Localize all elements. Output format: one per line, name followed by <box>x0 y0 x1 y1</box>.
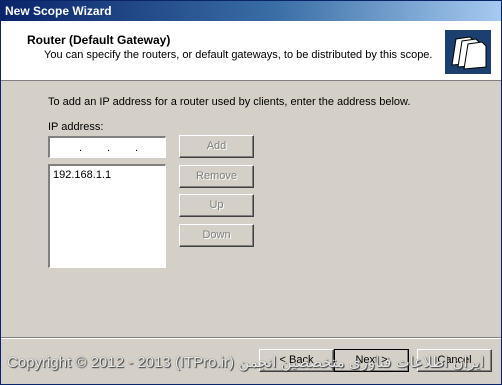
page-title: Router (Default Gateway) <box>27 33 171 47</box>
wizard-header: Router (Default Gateway) You can specify… <box>1 21 501 81</box>
down-button[interactable]: Down <box>179 224 254 247</box>
ip-octet-separator: . <box>135 142 139 154</box>
wizard-window: New Scope Wizard Router (Default Gateway… <box>0 0 502 385</box>
window-title: New Scope Wizard <box>1 1 501 21</box>
list-item[interactable]: 192.168.1.1 <box>53 169 111 181</box>
footer-divider <box>1 337 501 339</box>
ip-octet-separator: . <box>107 142 111 154</box>
page-subtitle: You can specify the routers, or default … <box>44 49 433 61</box>
add-button[interactable]: Add <box>179 135 254 158</box>
folders-icon <box>445 30 491 74</box>
ip-address-label: IP address: <box>48 121 104 133</box>
ip-octet-separator: . <box>79 142 83 154</box>
ip-address-input[interactable]: . . . <box>48 136 166 158</box>
router-ip-list[interactable]: 192.168.1.1 <box>48 164 166 268</box>
instruction-text: To add an IP address for a router used b… <box>48 96 411 108</box>
up-button[interactable]: Up <box>179 194 254 217</box>
copyright-watermark: Copyright © 2012 - 2013 (ITPro.ir) ایران… <box>7 354 485 371</box>
remove-button[interactable]: Remove <box>179 165 254 188</box>
wizard-body: To add an IP address for a router used b… <box>1 82 501 342</box>
